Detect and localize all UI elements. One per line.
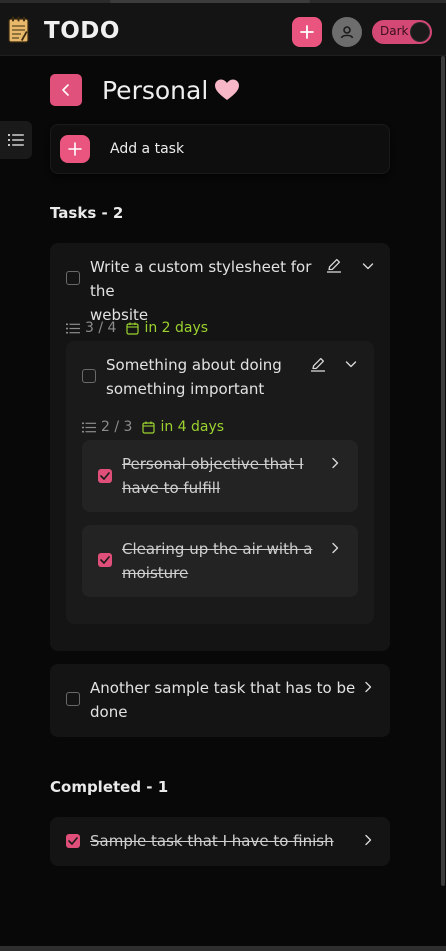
- subtask-meta: 2 / 3 in 4 days: [82, 419, 224, 435]
- open-subtask-button[interactable]: [326, 454, 344, 472]
- add-task-button[interactable]: [60, 135, 90, 163]
- sidebar-toggle-button[interactable]: [0, 121, 32, 159]
- expand-task-button[interactable]: [359, 257, 377, 275]
- open-subtask-button[interactable]: [326, 539, 344, 557]
- nested-subtask-card[interactable]: Clearing up the air with a moisture: [82, 525, 358, 597]
- theme-toggle[interactable]: Dark: [372, 20, 432, 44]
- pencil-icon: [327, 258, 341, 273]
- add-task-bar[interactable]: Add a task: [50, 124, 390, 174]
- checkmark-icon: [68, 837, 78, 845]
- nested-subtask-checkbox[interactable]: [98, 469, 112, 483]
- open-task-button[interactable]: [359, 831, 377, 849]
- task-meta: 3 / 4 in 2 days: [66, 320, 208, 336]
- due-date: in 2 days: [144, 320, 209, 336]
- expand-subtask-button[interactable]: [342, 355, 360, 373]
- edit-task-button[interactable]: [325, 256, 343, 274]
- pencil-icon: [311, 357, 325, 372]
- nested-subtask-text: Clearing up the air with a moisture: [122, 540, 313, 582]
- subtask-list-icon: [82, 422, 96, 432]
- completed-heading: Completed - 1: [50, 778, 169, 796]
- notepad-logo-icon: [8, 16, 29, 43]
- chevron-down-icon: [362, 263, 374, 270]
- browser-bottom-strip: [0, 946, 446, 951]
- heart-icon: [215, 79, 239, 100]
- calendar-icon: [126, 322, 140, 335]
- completed-task-text: Sample task that I have to finish: [90, 832, 334, 850]
- add-task-label: Add a task: [110, 141, 185, 157]
- nested-subtask-card[interactable]: Personal objective that I have to fulfil…: [82, 440, 358, 512]
- chevron-down-icon: [345, 361, 357, 368]
- subtask-count: 2 / 3: [101, 419, 133, 435]
- plus-icon: [300, 25, 314, 39]
- chevron-right-icon: [365, 834, 372, 846]
- scrollbar[interactable]: [441, 56, 445, 886]
- app-header: TODO Dark: [0, 3, 446, 56]
- edit-subtask-button[interactable]: [309, 355, 327, 373]
- nested-subtask-text: Personal objective that I have to fulfil…: [122, 455, 304, 497]
- chevron-right-icon: [332, 542, 339, 554]
- task-text: Another sample task that has to be done: [90, 679, 356, 721]
- subtask-checkbox[interactable]: [82, 369, 96, 383]
- tasks-heading: Tasks - 2: [50, 204, 124, 222]
- completed-task-card[interactable]: Sample task that I have to finish: [50, 817, 390, 866]
- checkmark-icon: [100, 556, 110, 564]
- chevron-left-icon: [62, 84, 69, 96]
- subtask-text: Something about doing something importan…: [106, 356, 282, 398]
- nested-subtask-checkbox[interactable]: [98, 553, 112, 567]
- user-avatar-button[interactable]: [332, 17, 362, 47]
- subtask-list-icon: [66, 323, 80, 333]
- plus-icon: [68, 142, 82, 156]
- chevron-right-icon: [365, 681, 372, 693]
- task-text: Write a custom stylesheet for the websit…: [90, 258, 312, 324]
- task-checkbox[interactable]: [66, 271, 80, 285]
- theme-label: Dark: [380, 24, 409, 38]
- subtask-card[interactable]: Something about doing something importan…: [66, 341, 374, 624]
- user-icon: [340, 26, 354, 39]
- checkmark-icon: [100, 472, 110, 480]
- open-task-button[interactable]: [359, 678, 377, 696]
- back-button[interactable]: [50, 74, 82, 106]
- subtask-count: 3 / 4: [85, 320, 117, 336]
- task-checkbox[interactable]: [66, 692, 80, 706]
- chevron-right-icon: [332, 457, 339, 469]
- app-title: TODO: [44, 18, 120, 44]
- toggle-knob: [411, 23, 429, 41]
- new-list-button[interactable]: [292, 17, 322, 47]
- list-title: Personal: [102, 76, 209, 105]
- task-card[interactable]: Another sample task that has to be done: [50, 664, 390, 737]
- list-icon: [8, 134, 24, 146]
- calendar-icon: [142, 421, 156, 434]
- completed-task-checkbox[interactable]: [66, 834, 80, 848]
- due-date: in 4 days: [160, 419, 225, 435]
- task-card[interactable]: Write a custom stylesheet for the websit…: [50, 243, 390, 651]
